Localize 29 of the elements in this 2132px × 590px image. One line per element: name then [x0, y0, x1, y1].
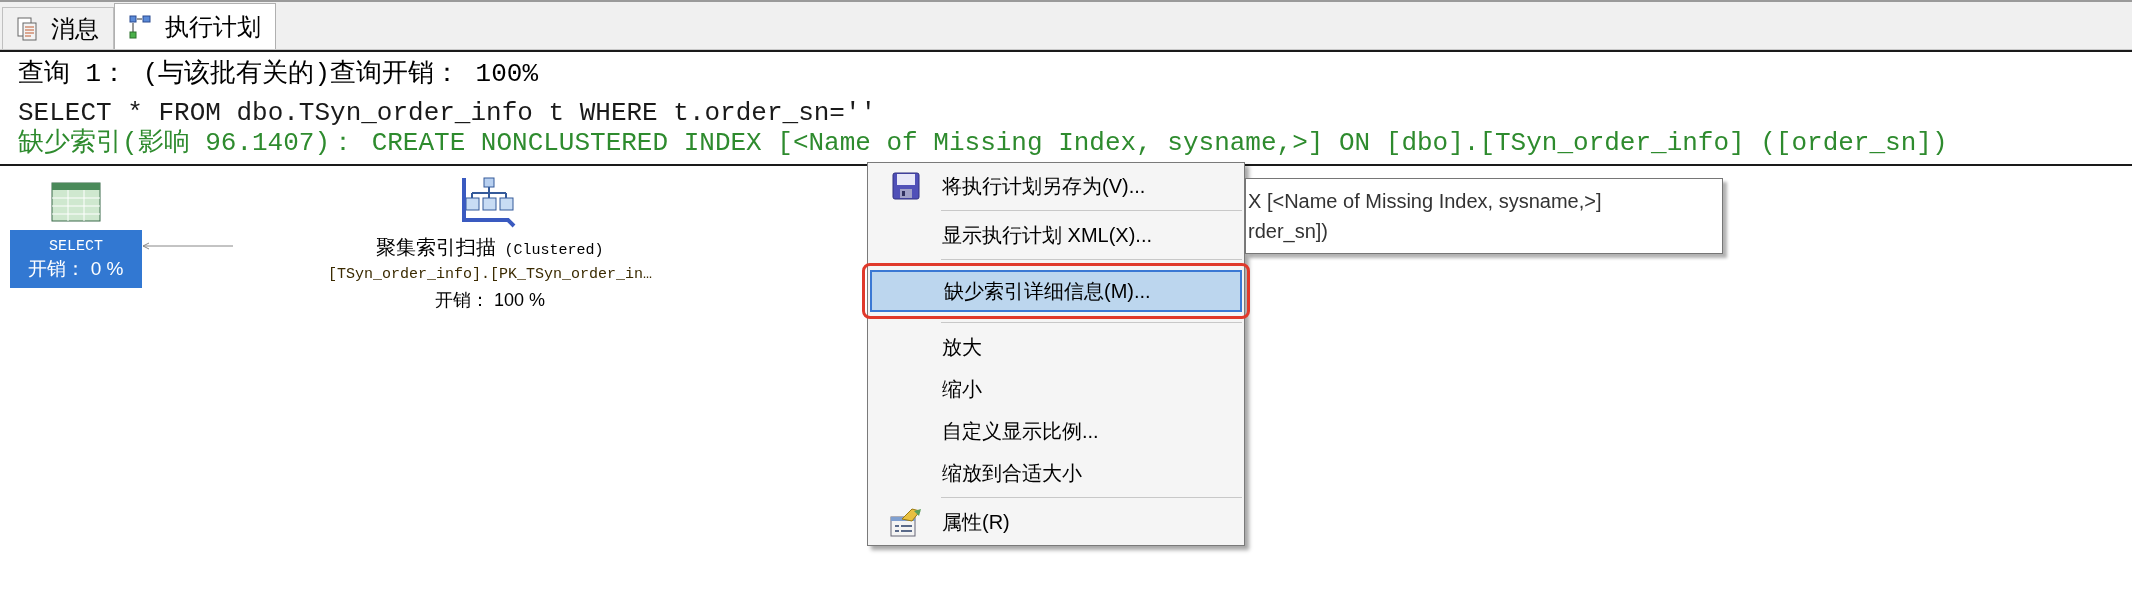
node-object: [TSyn_order_info].[PK_TSyn_order_in… [327, 264, 653, 285]
table-icon [51, 182, 101, 222]
menu-item[interactable]: 自定义显示比例... [868, 410, 1244, 452]
tab[interactable]: 消息 [2, 7, 114, 49]
node-label-suffix: (Clustered) [504, 241, 604, 261]
tab[interactable]: 执行计划 [114, 3, 276, 49]
plan-node[interactable]: SELECT 开销： 0 % [10, 230, 142, 288]
tooltip-text: X [<Name of Missing Index, sysname,>] [1248, 189, 1603, 214]
tooltip-text: rder_sn]) [1248, 219, 1330, 245]
node-label: 聚集索引扫描 [376, 235, 497, 260]
plan-icon [129, 14, 151, 39]
document-icon [17, 16, 37, 41]
menu-item[interactable]: 缩放到合适大小 [868, 452, 1244, 494]
menu-item[interactable]: 显示执行计划 XML(X)... [868, 214, 1244, 256]
plan-node[interactable]: 聚集索引扫描 (Clustered) [TSyn_order_info].[PK_TSyn_order_in… 开销： 100 % [323, 234, 657, 313]
sql-text: SELECT * FROM dbo.TSyn_order_info t WHERE t.order_sn='' [18, 97, 878, 128]
menu-item[interactable]: 放大 [868, 326, 1244, 368]
properties-icon [890, 507, 922, 537]
save-icon [892, 172, 920, 200]
menu-item[interactable]: 属性(R) [868, 501, 1244, 543]
node-cost: 开销： 0 % [28, 257, 124, 281]
index-scan-icon [462, 176, 518, 228]
menu-item[interactable]: 缩小 [868, 368, 1244, 410]
missing-index-text[interactable]: 缺少索引(影响 96.1407)： CREATE NONCLUSTERED INDEX [<Name of Missing Index, sysname,>] ON [dbo].[TSyn_order_info] ([order_sn]) [18, 128, 2114, 158]
menu-item[interactable]: 将执行计划另存为(V)... [868, 165, 1244, 207]
query-cost-text: 查询 1： (与该批有关的)查询开销： 100% [18, 58, 540, 91]
node-label: SELECT [49, 237, 103, 257]
menu-item[interactable]: 缺少索引详细信息(M)... [870, 270, 1242, 312]
node-cost: 开销： 100 % [434, 288, 545, 312]
